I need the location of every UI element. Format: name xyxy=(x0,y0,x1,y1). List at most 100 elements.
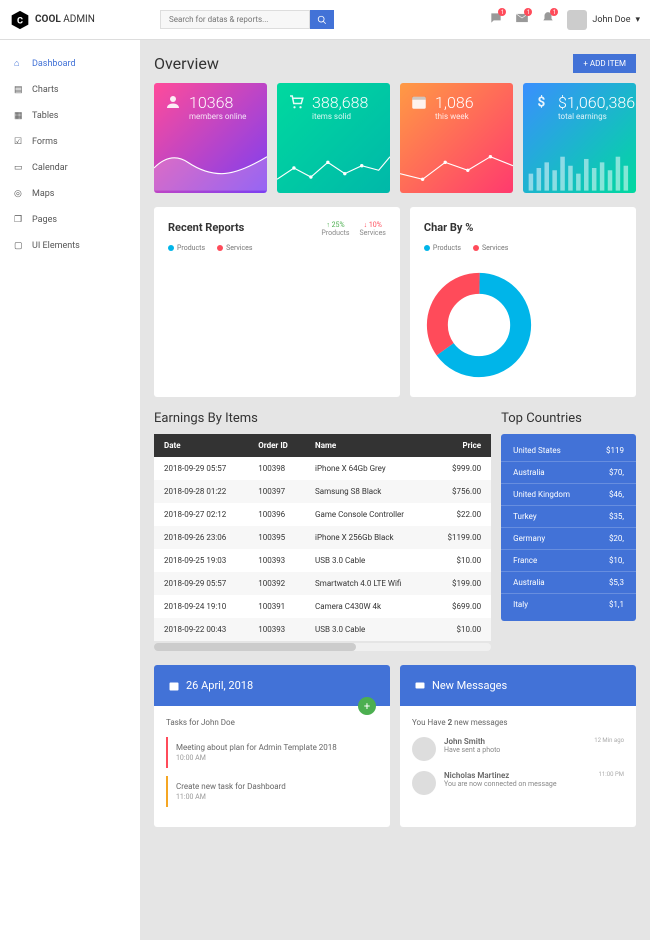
table-row[interactable]: 2018-09-29 05:57100398iPhone X 64Gb Grey… xyxy=(154,457,491,480)
sparkline xyxy=(277,143,390,193)
countries-section: Top Countries United States$119Australia… xyxy=(501,411,636,651)
stat-earnings[interactable]: $ $1,060,386total earnings xyxy=(523,83,636,193)
earnings-title: Earnings By Items xyxy=(154,411,491,426)
nav-icon: ◎ xyxy=(14,189,24,199)
country-item[interactable]: Turkey$35, xyxy=(501,506,636,528)
sidebar-item-pages[interactable]: ❐Pages xyxy=(0,207,140,233)
table-header: Date xyxy=(154,434,248,457)
nav-icon: ▦ xyxy=(14,111,24,121)
messages-card: New Messages You Have 2 new messages Joh… xyxy=(400,665,636,827)
charby-legend: Products Services xyxy=(424,244,622,252)
task-item[interactable]: Create new task for Dashboard11:00 AM xyxy=(166,776,378,807)
earnings-table: DateOrder IDNamePrice 2018-09-29 05:5710… xyxy=(154,434,491,641)
logo-text: COOL ADMIN xyxy=(35,14,95,25)
sidebar-item-tables[interactable]: ▦Tables xyxy=(0,103,140,129)
country-item[interactable]: France$10, xyxy=(501,550,636,572)
nav-icon: ☑ xyxy=(14,137,24,147)
avatar xyxy=(412,771,436,795)
message-item[interactable]: John SmithHave sent a photo12 Min ago xyxy=(412,737,624,761)
page-title: Overview xyxy=(154,54,219,73)
search-icon xyxy=(317,15,327,25)
table-row[interactable]: 2018-09-29 05:57100392Smartwatch 4.0 LTE… xyxy=(154,572,491,595)
nav-icon: ⌂ xyxy=(14,58,24,69)
task-item[interactable]: Meeting about plan for Admin Template 20… xyxy=(166,737,378,768)
table-row[interactable]: 2018-09-22 00:43100393USB 3.0 Cable$10.0… xyxy=(154,618,491,641)
logo[interactable]: C COOL ADMIN xyxy=(10,10,140,30)
sidebar-item-forms[interactable]: ☑Forms xyxy=(0,129,140,155)
stat-members[interactable]: 10368members online xyxy=(154,83,267,193)
sidebar-item-charts[interactable]: ▤Charts xyxy=(0,77,140,103)
table-row[interactable]: 2018-09-27 02:12100396Game Console Contr… xyxy=(154,503,491,526)
tasks-subtitle: Tasks for John Doe xyxy=(166,718,378,727)
country-item[interactable]: Australia$70, xyxy=(501,462,636,484)
avatar xyxy=(412,737,436,761)
table-row[interactable]: 2018-09-28 01:22100397Samsung S8 Black$7… xyxy=(154,480,491,503)
avatar xyxy=(567,10,587,30)
messages-subtitle: You Have 2 new messages xyxy=(412,718,624,727)
user-icon xyxy=(164,93,182,111)
bars xyxy=(523,143,636,193)
sidebar: ⌂Dashboard▤Charts▦Tables☑Forms▭Calendar◎… xyxy=(0,40,140,940)
sidebar-item-maps[interactable]: ◎Maps xyxy=(0,181,140,207)
char-by: Char By % Products Services xyxy=(410,207,636,397)
chevron-down-icon: ▾ xyxy=(635,15,640,25)
user-menu[interactable]: John Doe ▾ xyxy=(567,10,640,30)
charby-title: Char By % xyxy=(424,221,622,234)
sparkline xyxy=(400,143,513,193)
donut-chart xyxy=(424,270,534,380)
add-item-button[interactable]: + ADD ITEM xyxy=(573,54,636,73)
nav-icon: ▤ xyxy=(14,85,24,95)
country-item[interactable]: United Kingdom$46, xyxy=(501,484,636,506)
messages-head: New Messages xyxy=(400,665,636,706)
reports-legend: Products Services xyxy=(168,244,386,252)
reports-mini: ↑ 25%Products ↓ 10%Services xyxy=(321,221,385,237)
chat-notif[interactable]: 1 xyxy=(489,11,503,28)
svg-text:C: C xyxy=(17,16,23,26)
sidebar-item-calendar[interactable]: ▭Calendar xyxy=(0,155,140,181)
search-button[interactable] xyxy=(310,10,334,29)
calendar-icon xyxy=(410,93,428,111)
mail-notif[interactable]: 1 xyxy=(515,11,529,28)
add-task-button[interactable]: + xyxy=(358,697,376,715)
scrollbar[interactable] xyxy=(154,643,491,651)
topbar: C COOL ADMIN 1 1 1 John Doe ▾ xyxy=(0,0,650,40)
search-input[interactable] xyxy=(160,10,310,29)
svg-text:$: $ xyxy=(538,95,546,111)
country-item[interactable]: Germany$20, xyxy=(501,528,636,550)
cart-icon xyxy=(287,93,305,111)
nav-icon: ▢ xyxy=(14,241,24,251)
table-row[interactable]: 2018-09-24 19:10100391Camera C430W 4k$69… xyxy=(154,595,491,618)
table-row[interactable]: 2018-09-26 23:06100395iPhone X 256Gb Bla… xyxy=(154,526,491,549)
tasks-card: 26 April, 2018 + Tasks for John Doe Meet… xyxy=(154,665,390,827)
bell-badge: 1 xyxy=(550,8,558,16)
stat-week[interactable]: 1,086this week xyxy=(400,83,513,193)
table-header: Order ID xyxy=(248,434,305,457)
main: Overview + ADD ITEM 10368members online … xyxy=(140,40,650,940)
earnings-section: Earnings By Items DateOrder IDNamePrice … xyxy=(154,411,491,651)
sidebar-item-dashboard[interactable]: ⌂Dashboard xyxy=(0,50,140,77)
stat-cards: 10368members online 388,688items solid 1… xyxy=(154,83,636,193)
country-list: United States$119Australia$70,United Kin… xyxy=(501,434,636,621)
country-item[interactable]: United States$119 xyxy=(501,440,636,462)
calendar-icon xyxy=(168,680,180,692)
dollar-icon: $ xyxy=(533,93,551,111)
table-header: Price xyxy=(430,434,491,457)
message-item[interactable]: Nicholas MartinezYou are now connected o… xyxy=(412,771,624,795)
stat-items[interactable]: 388,688items solid xyxy=(277,83,390,193)
country-item[interactable]: Italy$1,1 xyxy=(501,594,636,615)
countries-title: Top Countries xyxy=(501,411,636,426)
tasks-head: 26 April, 2018 + xyxy=(154,665,390,706)
bell-notif[interactable]: 1 xyxy=(541,11,555,28)
chat-badge: 1 xyxy=(498,8,506,16)
table-row[interactable]: 2018-09-25 19:03100393USB 3.0 Cable$10.0… xyxy=(154,549,491,572)
user-name: John Doe xyxy=(592,15,630,25)
search xyxy=(160,10,334,29)
nav-icon: ▭ xyxy=(14,163,24,173)
recent-reports: Recent Reports Products Services ↑ 25%Pr… xyxy=(154,207,400,397)
message-icon xyxy=(414,680,426,692)
mail-badge: 1 xyxy=(524,8,532,16)
nav-icon: ❐ xyxy=(14,215,24,225)
sidebar-item-ui-elements[interactable]: ▢UI Elements xyxy=(0,233,140,259)
table-header: Name xyxy=(305,434,430,457)
country-item[interactable]: Australia$5,3 xyxy=(501,572,636,594)
